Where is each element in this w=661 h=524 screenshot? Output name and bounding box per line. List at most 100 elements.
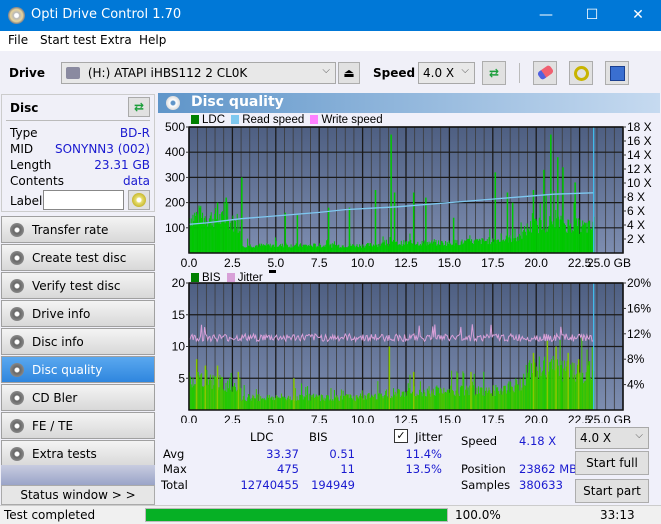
speed-label: Speed bbox=[461, 434, 498, 448]
nav-item-drive-info[interactable]: Drive info bbox=[1, 300, 155, 327]
ldc-bar bbox=[260, 245, 262, 253]
bis-bar bbox=[376, 399, 378, 410]
bis-bar bbox=[487, 390, 489, 410]
ldc-bar bbox=[435, 239, 437, 253]
ldc-bar bbox=[290, 244, 292, 253]
speed-select[interactable]: 4.0 X ⌵ bbox=[418, 62, 475, 84]
ldc-bar bbox=[191, 226, 193, 253]
menu-help[interactable]: Help bbox=[139, 33, 166, 47]
ldc-bar bbox=[312, 247, 314, 253]
disc-label-input[interactable] bbox=[43, 190, 124, 210]
ldc-bar bbox=[458, 245, 460, 253]
bis-bar bbox=[223, 390, 225, 410]
bis-bar bbox=[359, 393, 361, 410]
ldc-spike bbox=[557, 157, 559, 253]
ldc-bar bbox=[410, 239, 412, 253]
bis-bar bbox=[245, 400, 247, 410]
bis-bar bbox=[252, 394, 254, 410]
erase-button[interactable] bbox=[533, 61, 557, 85]
bis-bar bbox=[355, 395, 357, 410]
bis-bar bbox=[264, 399, 266, 410]
bis-bar bbox=[465, 389, 467, 410]
refresh-button[interactable]: ⇄ bbox=[482, 61, 506, 85]
divider bbox=[6, 120, 150, 121]
save-button[interactable] bbox=[605, 61, 629, 85]
menu-start-test[interactable]: Start test bbox=[40, 33, 96, 47]
eject-button[interactable]: ⏏ bbox=[338, 62, 360, 84]
nav-item-verify-test-disc[interactable]: Verify test disc bbox=[1, 272, 155, 299]
ldc-bar bbox=[471, 239, 473, 253]
nav-item-create-test-disc[interactable]: Create test disc bbox=[1, 244, 155, 271]
bis-bar bbox=[423, 389, 425, 410]
menu-bar: File Start test Extra Help bbox=[0, 31, 661, 51]
ldc-bar bbox=[447, 244, 449, 253]
bis-bar bbox=[407, 383, 409, 410]
settings-button[interactable] bbox=[569, 61, 593, 85]
bis-bar bbox=[365, 395, 367, 410]
jitter-checkbox[interactable]: ✓ bbox=[394, 429, 408, 443]
ldc-bar bbox=[520, 222, 522, 253]
ldc-bar bbox=[254, 247, 256, 253]
ldc-bar bbox=[373, 245, 375, 253]
nav-item-cd-bler[interactable]: CD Bler bbox=[1, 384, 155, 411]
menu-file[interactable]: File bbox=[8, 33, 28, 47]
ldc-bar bbox=[287, 245, 289, 253]
nav-item-disc-quality[interactable]: Disc quality bbox=[1, 356, 155, 383]
disc-mid-label: MID bbox=[10, 142, 34, 156]
nav-item-fe-te[interactable]: FE / TE bbox=[1, 412, 155, 439]
x-tick-label: 7.5 bbox=[311, 413, 328, 423]
ldc-bar bbox=[560, 215, 562, 253]
ldc-bar bbox=[505, 235, 507, 253]
bis-bar bbox=[384, 394, 386, 410]
ldc-bar bbox=[526, 223, 528, 253]
start-part-button[interactable]: Start part bbox=[575, 479, 649, 503]
ldc-bar bbox=[385, 245, 387, 253]
drive-select[interactable]: (H:) ATAPI iHBS112 2 CL0K ⌵ bbox=[61, 62, 336, 84]
nav-item-transfer-rate[interactable]: Transfer rate bbox=[1, 216, 155, 243]
bis-bar bbox=[228, 378, 230, 410]
bis-bar bbox=[281, 393, 283, 410]
bis-bar bbox=[530, 379, 532, 410]
bis-bar bbox=[246, 401, 248, 410]
nav-item-disc-info[interactable]: Disc info bbox=[1, 328, 155, 355]
bis-bar bbox=[492, 385, 494, 410]
left-panel: Disc ⇄ Type BD-R MID SONYNN3 (002) Lengt… bbox=[0, 93, 157, 505]
stats-max-label: Max bbox=[163, 462, 187, 476]
bis-bar bbox=[517, 384, 519, 410]
ldc-bar bbox=[521, 238, 523, 253]
bis-bar bbox=[287, 395, 289, 410]
maximize-button[interactable]: ☐ bbox=[569, 0, 615, 31]
ldc-bar bbox=[246, 247, 248, 253]
ldc-bar bbox=[343, 247, 345, 253]
bis-bar bbox=[501, 394, 503, 410]
bis-bar bbox=[297, 399, 299, 410]
bis-bar bbox=[461, 386, 463, 410]
disc-refresh-button[interactable]: ⇄ bbox=[128, 97, 150, 117]
disc-label-button[interactable] bbox=[128, 190, 150, 210]
y-tick-label: 5 bbox=[178, 371, 185, 385]
ldc-spike bbox=[216, 202, 219, 253]
status-text: Test completed bbox=[4, 508, 96, 522]
bis-bar bbox=[530, 363, 532, 410]
bis-spike bbox=[567, 352, 569, 410]
ldc-bar bbox=[382, 236, 384, 253]
bis-bar bbox=[534, 362, 536, 410]
status-window-button[interactable]: Status window > > bbox=[1, 485, 155, 505]
ldc-bar bbox=[281, 246, 283, 253]
bis-bar bbox=[233, 385, 235, 410]
ldc-bar bbox=[308, 245, 310, 253]
test-speed-select[interactable]: 4.0 X ⌵ bbox=[575, 427, 649, 449]
bis-spike bbox=[388, 346, 391, 410]
ldc-spike bbox=[327, 207, 330, 253]
ldc-bar bbox=[386, 239, 388, 253]
ldc-bar bbox=[536, 220, 538, 253]
nav-item-extra-tests[interactable]: Extra tests bbox=[1, 440, 155, 467]
minimize-button[interactable]: — bbox=[523, 0, 569, 31]
ldc-bar bbox=[341, 245, 343, 253]
ldc-bar bbox=[400, 240, 402, 253]
close-button[interactable]: ✕ bbox=[615, 0, 661, 31]
start-full-button[interactable]: Start full bbox=[575, 451, 649, 475]
menu-extra[interactable]: Extra bbox=[100, 33, 132, 47]
ldc-bar bbox=[204, 216, 206, 253]
bis-bar bbox=[435, 386, 437, 410]
